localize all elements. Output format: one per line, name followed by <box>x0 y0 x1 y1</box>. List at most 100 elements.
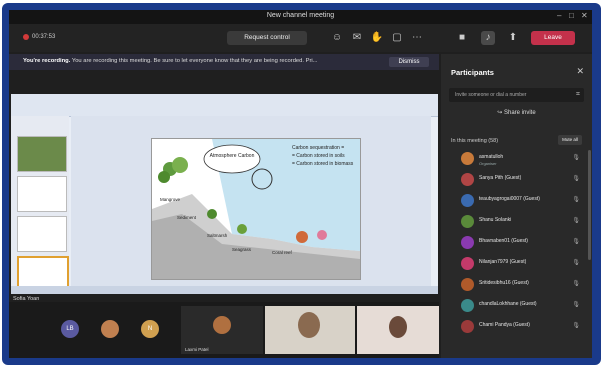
request-control-button[interactable]: Request control <box>227 31 307 45</box>
mic-muted-icon: 🎙 <box>572 197 580 203</box>
tile-name: Laxmi Patel <box>185 347 209 352</box>
participant-row[interactable]: teaubyagrogai0007 (Guest) 🎙 <box>441 192 592 212</box>
participant-row[interactable]: Shanu Solanki 🎙 <box>441 213 592 233</box>
camera-icon[interactable]: ■ <box>455 31 469 45</box>
participant-avatar <box>461 320 474 333</box>
participant-row[interactable]: Sritidesibhu16 (Guest) 🎙 <box>441 276 592 296</box>
mic-muted-icon: 🎙 <box>572 239 580 245</box>
participants-panel: Participants ✕ Invite someone or dial a … <box>441 54 592 358</box>
close-panel-icon[interactable]: ✕ <box>576 66 584 77</box>
participant-row[interactable]: Bhavnaben01 (Guest) 🎙 <box>441 234 592 254</box>
share-invite-button[interactable]: ↪ Share invite <box>449 106 584 120</box>
leave-button[interactable]: Leave <box>531 31 575 45</box>
participant-name: teaubyagrogai0007 (Guest) <box>479 196 540 202</box>
slide-atmosphere-label: Atmosphere Carbon <box>210 153 255 159</box>
mic-muted-icon: 🎙 <box>572 260 580 266</box>
participant-avatar <box>461 236 474 249</box>
video-tile-1[interactable]: Laxmi Patel <box>181 306 263 354</box>
gallery-avatar-n[interactable]: N <box>141 320 159 338</box>
participant-row[interactable]: Chami Pandya (Guest) 🎙 <box>441 318 592 338</box>
gallery-avatar-photo[interactable] <box>101 320 119 338</box>
close-window-icon[interactable]: ✕ <box>581 11 588 20</box>
reactions-icon[interactable]: ✋ <box>370 31 384 45</box>
participant-name: asmatulloh <box>479 154 504 160</box>
shared-screen-stage: Atmosphere Carbon Carbon sequestration =… <box>9 72 439 302</box>
powerpoint-window: Atmosphere Carbon Carbon sequestration =… <box>11 94 438 294</box>
share-invite-label: Share invite <box>504 110 536 116</box>
invite-placeholder: Invite someone or dial a number <box>455 92 527 98</box>
participant-avatar <box>461 194 474 207</box>
participant-row[interactable]: Sanya Pith (Guest) 🎙 <box>441 171 592 191</box>
people-icon[interactable]: ☺ <box>330 31 344 45</box>
more-actions-icon[interactable]: ⋯ <box>410 31 424 45</box>
minimize-icon[interactable]: – <box>557 11 561 20</box>
slide-legend-3: = Carbon stored in biomass <box>292 161 354 167</box>
slide-legend-1: Carbon sequestration = <box>292 145 344 151</box>
participant-name: Chami Pandya (Guest) <box>479 322 530 328</box>
participant-row[interactable]: Nilanjan7979 (Guest) 🎙 <box>441 255 592 275</box>
ppt-status-bar <box>11 286 438 294</box>
participant-avatar <box>461 278 474 291</box>
recording-banner: You're recording. You are recording this… <box>9 54 439 70</box>
in-meeting-header[interactable]: In this meeting (58) <box>451 138 498 144</box>
invite-input[interactable]: Invite someone or dial a number ⌗ <box>449 88 584 102</box>
mute-all-button[interactable]: Mute all <box>558 135 582 145</box>
meeting-toolbar: 00:37:53 Request control ☺ ✉ ✋ ▢ ⋯ ■ ♪ ⬆… <box>9 24 592 52</box>
participant-avatar <box>461 299 474 312</box>
thumbnail-1 <box>17 136 67 172</box>
mic-muted-icon: 🎙 <box>572 218 580 224</box>
slide-area: Atmosphere Carbon Carbon sequestration =… <box>71 116 431 286</box>
participant-name: Nilanjan7979 (Guest) <box>479 259 527 265</box>
meeting-timer: 00:37:53 <box>23 34 55 40</box>
banner-message: You are recording this meeting. Be sure … <box>71 58 318 64</box>
participant-name: Sritidesibhu16 (Guest) <box>479 280 529 286</box>
participant-name: chandlaLokhhane (Guest) <box>479 301 537 307</box>
participants-scrollbar[interactable] <box>588 150 591 260</box>
maximize-icon[interactable]: □ <box>569 11 574 20</box>
participant-avatar <box>461 152 474 165</box>
thumbnail-3 <box>17 216 67 252</box>
dial-icon[interactable]: ⌗ <box>576 88 580 102</box>
slide-coral-label: Coral reef <box>272 250 293 255</box>
mic-muted-icon: 🎙 <box>572 323 580 329</box>
thumbnail-2 <box>17 176 67 212</box>
mic-icon[interactable]: ♪ <box>481 31 495 45</box>
slide-thumbnails <box>11 116 69 294</box>
slide-mangrove-label: Mangrove <box>160 197 181 202</box>
rooms-icon[interactable]: ▢ <box>390 31 404 45</box>
participant-name: Bhavnaben01 (Guest) <box>479 238 528 244</box>
participants-title: Participants <box>451 68 494 77</box>
slide-saltmarsh-label: Saltmarsh <box>207 233 228 238</box>
gallery-avatar-lb[interactable]: LB <box>61 320 79 338</box>
banner-lead: You're recording. <box>23 58 71 64</box>
share-tray-icon[interactable]: ⬆ <box>506 31 520 45</box>
tile-avatar <box>213 316 231 334</box>
video-tile-3[interactable] <box>357 306 439 354</box>
participant-avatar <box>461 215 474 228</box>
title-bar: New channel meeting – □ ✕ <box>9 10 592 24</box>
participant-row[interactable]: asmatulloh Organiser 🎙 <box>441 150 592 170</box>
mic-muted-icon: 🎙 <box>572 302 580 308</box>
leave-label: Leave <box>544 34 562 41</box>
slide-sediment-label: Sediment <box>177 215 197 220</box>
participant-name: Shanu Solanki <box>479 217 512 223</box>
participant-row[interactable]: chandlaLokhhane (Guest) 🎙 <box>441 297 592 317</box>
mic-muted-icon: 🎙 <box>572 281 580 287</box>
chat-icon[interactable]: ✉ <box>350 31 364 45</box>
timer-text: 00:37:53 <box>32 34 56 40</box>
window-title: New channel meeting <box>266 12 335 19</box>
mic-muted-icon: 🎙 <box>572 176 580 182</box>
tile-person <box>389 316 407 338</box>
slide-seagrass-label: Seagrass <box>232 247 252 252</box>
slide-legend-2: = Carbon stored in soils <box>292 153 345 159</box>
tile-person <box>298 312 320 338</box>
ppt-ribbon <box>11 94 438 117</box>
teams-meeting-window: New channel meeting – □ ✕ 00:37:53 Reque… <box>9 10 592 358</box>
participant-role: Organiser <box>479 161 497 166</box>
slide-carbon-diagram: Atmosphere Carbon Carbon sequestration =… <box>151 138 361 280</box>
recording-dot-icon <box>23 34 29 40</box>
dismiss-button[interactable]: Dismiss <box>389 57 429 67</box>
participant-avatar <box>461 257 474 270</box>
participant-name: Sanya Pith (Guest) <box>479 175 522 181</box>
video-tile-2[interactable] <box>265 306 355 354</box>
